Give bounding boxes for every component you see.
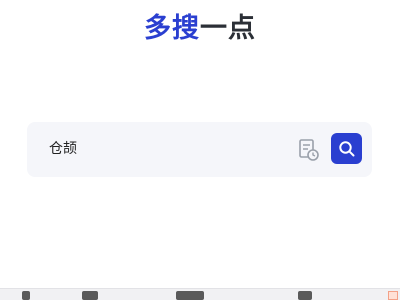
- search-icon: [338, 140, 354, 156]
- logo-text-primary: 多搜: [144, 13, 200, 44]
- next-section-preview: [0, 288, 400, 300]
- search-bar: 仓颉: [27, 122, 372, 177]
- history-doc-icon: [299, 139, 319, 161]
- search-button[interactable]: [331, 133, 362, 164]
- logo-text-secondary: 一点: [200, 13, 256, 44]
- search-input[interactable]: 仓颉: [49, 139, 77, 159]
- app-logo: 多搜一点: [0, 12, 400, 46]
- history-button[interactable]: [295, 137, 321, 163]
